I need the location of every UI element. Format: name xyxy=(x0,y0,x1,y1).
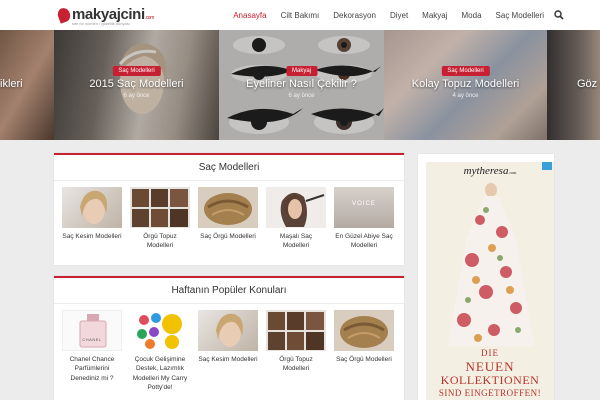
thumb-text: VOICE xyxy=(352,201,376,207)
sidebar-ad[interactable]: mytheresa.com DIE NEUEN KOLLEKTIONEN SIN… xyxy=(418,154,554,400)
main-nav: Anasayfa Cilt Bakımı Dekorasyon Diyet Ma… xyxy=(219,0,564,30)
post-thumbnail[interactable] xyxy=(266,187,326,228)
nav-sac-modelleri[interactable]: Saç Modelleri xyxy=(496,11,544,20)
post-thumbnail[interactable]: VOICE xyxy=(334,187,394,228)
post-thumbnail[interactable]: CHANEL xyxy=(62,310,122,351)
slide-partial-right[interactable]: Göz M xyxy=(547,30,600,140)
slide-time: 6 ay önce xyxy=(123,93,150,99)
ad-brand: mytheresa.com xyxy=(463,165,517,177)
post-title[interactable]: Saç Kesim Modelleri xyxy=(62,232,122,241)
slide-category-badge[interactable]: Makyaj xyxy=(285,66,318,76)
post-title[interactable]: Çocuk Gelişimine Destek, Lazımlık Modell… xyxy=(130,355,190,393)
slide-title: Göz M xyxy=(577,78,600,90)
section-title: Saç Modelleri xyxy=(54,155,404,181)
logo-tagline: site for women / güzellik dünyası xyxy=(72,21,130,26)
post-card[interactable]: Maşalı Saç Modelleri xyxy=(266,187,326,251)
post-title[interactable]: Örgü Topuz Modelleri xyxy=(130,232,190,251)
slide-time: 6 ay önce xyxy=(288,93,315,99)
post-title[interactable]: Maşalı Saç Modelleri xyxy=(266,232,326,251)
nav-dekorasyon[interactable]: Dekorasyon xyxy=(333,11,376,20)
slide-title[interactable]: Eyeliner Nasıl Çekilir ? xyxy=(219,78,384,90)
ad-headline-4: SIND EINGETROFFEN! xyxy=(438,388,542,398)
nav-moda[interactable]: Moda xyxy=(462,11,482,20)
slide-title: ikleri xyxy=(0,78,23,90)
slide-partial-left[interactable]: ikleri xyxy=(0,30,54,140)
slide-title[interactable]: Kolay Topuz Modelleri xyxy=(384,78,547,90)
post-card[interactable]: Çocuk Gelişimine Destek, Lazımlık Modell… xyxy=(130,310,190,393)
post-thumbnail[interactable] xyxy=(62,187,122,228)
slide-title[interactable]: 2015 Saç Modelleri xyxy=(54,78,219,90)
search-icon[interactable] xyxy=(554,10,564,20)
section-sac-modelleri: Saç Modelleri Saç Kesim Modelleri Örgü T… xyxy=(54,153,404,265)
slide-eyeliner[interactable]: Makyaj Eyeliner Nasıl Çekilir ? 6 ay önc… xyxy=(219,30,384,140)
slide-topuz[interactable]: Saç Modelleri Kolay Topuz Modelleri 4 ay… xyxy=(384,30,547,140)
slide-category-badge[interactable]: Saç Modelleri xyxy=(441,66,490,76)
post-card[interactable]: Saç Örgü Modelleri xyxy=(334,310,394,393)
lipstick-logo-icon xyxy=(55,5,73,24)
post-title[interactable]: Saç Kesim Modelleri xyxy=(198,355,258,364)
site-header: makyajcini.com site for women / güzellik… xyxy=(0,0,600,30)
thumb-text: CHANEL xyxy=(82,337,102,342)
post-card[interactable]: VOICE En Güzel Abiye Saç Modelleri xyxy=(334,187,394,251)
post-thumbnail[interactable] xyxy=(198,187,258,228)
post-title[interactable]: Chanel Chance Parfümlerini Denediniz mi … xyxy=(62,355,122,383)
section-populer-konular: Haftanın Popüler Konuları CHANEL Chanel … xyxy=(54,276,404,400)
post-card[interactable]: Örgü Topuz Modelleri xyxy=(266,310,326,393)
post-card[interactable]: Saç Kesim Modelleri xyxy=(62,187,122,251)
post-thumbnail[interactable] xyxy=(130,187,190,228)
site-logo[interactable]: makyajcini.com site for women / güzellik… xyxy=(55,5,155,26)
logo-suffix: .com xyxy=(144,15,155,21)
post-card[interactable]: Örgü Topuz Modelleri xyxy=(130,187,190,251)
post-title[interactable]: Örgü Topuz Modelleri xyxy=(266,355,326,374)
post-thumbnail[interactable] xyxy=(198,310,258,351)
post-thumbnail[interactable] xyxy=(130,310,190,351)
post-title[interactable]: Saç Örgü Modelleri xyxy=(198,232,258,241)
post-card[interactable]: Saç Kesim Modelleri xyxy=(198,310,258,393)
post-title[interactable]: Saç Örgü Modelleri xyxy=(334,355,394,364)
nav-diyet[interactable]: Diyet xyxy=(390,11,408,20)
nav-anasayfa[interactable]: Anasayfa xyxy=(233,11,266,20)
featured-slider: ikleri Saç Modelleri 2015 Saç Modelleri … xyxy=(0,30,600,140)
post-title[interactable]: En Güzel Abiye Saç Modelleri xyxy=(334,232,394,251)
post-card[interactable]: Saç Örgü Modelleri xyxy=(198,187,258,251)
slide-time: 4 ay önce xyxy=(452,93,479,99)
nav-cilt-bakimi[interactable]: Cilt Bakımı xyxy=(281,11,320,20)
ad-headline-3: KOLLEKTIONEN xyxy=(440,373,540,387)
ad-headline-1: DIE xyxy=(481,348,499,358)
post-thumbnail[interactable] xyxy=(266,310,326,351)
section-title: Haftanın Popüler Konuları xyxy=(54,278,404,304)
post-card[interactable]: CHANEL Chanel Chance Parfümlerini Denedi… xyxy=(62,310,122,393)
slide-category-badge[interactable]: Saç Modelleri xyxy=(112,66,161,76)
ad-model-image xyxy=(448,183,534,346)
nav-makyaj[interactable]: Makyaj xyxy=(422,11,447,20)
post-thumbnail[interactable] xyxy=(334,310,394,351)
ad-banner[interactable]: mytheresa.com DIE NEUEN KOLLEKTIONEN SIN… xyxy=(426,162,554,400)
slide-sac-modelleri[interactable]: Saç Modelleri 2015 Saç Modelleri 6 ay ön… xyxy=(54,30,219,140)
